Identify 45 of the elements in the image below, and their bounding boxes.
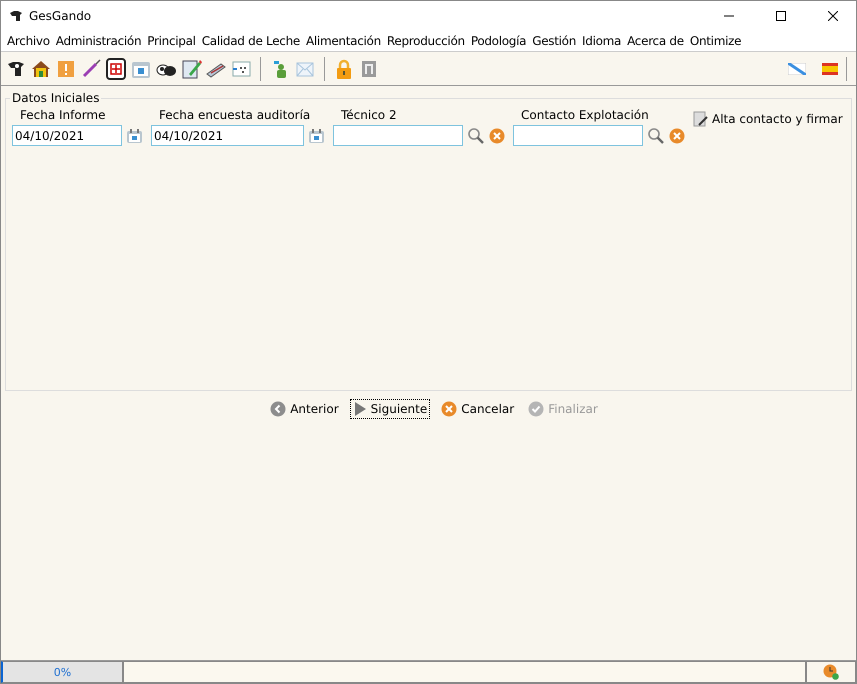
date-field[interactable]: 04/10/2021 <box>12 125 122 146</box>
field-label: Técnico 2 <box>341 108 398 122</box>
menu-item[interactable]: Reproducción <box>384 34 468 48</box>
notepad-icon[interactable] <box>180 58 202 80</box>
search-icon[interactable] <box>647 126 665 144</box>
cancel-icon <box>441 401 458 417</box>
wizard-button[interactable]: Cancelar <box>438 399 518 419</box>
play-icon <box>352 401 367 417</box>
window-title: GesGando <box>29 9 92 23</box>
clock-icon <box>823 664 839 680</box>
menu-item[interactable]: Alimentación <box>302 34 384 48</box>
panel-title: Datos Iniciales <box>11 91 100 105</box>
menu-item[interactable]: Podología <box>468 34 530 48</box>
lookup-field[interactable] <box>513 125 643 146</box>
menu-item[interactable]: Ontimize <box>686 34 744 48</box>
back-icon <box>270 401 286 417</box>
medical-book-icon[interactable] <box>105 58 127 80</box>
flag-icon[interactable] <box>788 62 806 74</box>
maximize-icon <box>776 11 786 21</box>
menu-item[interactable]: Idioma <box>579 34 624 48</box>
menu-item[interactable]: Archivo <box>4 34 53 48</box>
clear-icon[interactable] <box>669 128 685 144</box>
clear-icon[interactable] <box>489 128 505 144</box>
field-label: Contacto Explotación <box>521 108 650 122</box>
progress-reading: 0% <box>54 666 72 678</box>
calendar-icon[interactable] <box>126 128 143 144</box>
wizard-button[interactable]: Siguiente <box>350 399 430 419</box>
sign-contact-button[interactable]: Alta contacto y firmar <box>693 111 843 127</box>
menu-item[interactable]: Administración <box>52 34 144 48</box>
calendar-icon[interactable] <box>308 128 325 144</box>
field-label: Fecha encuesta auditoría <box>159 108 312 122</box>
close-icon <box>828 11 838 21</box>
syringe-icon[interactable] <box>80 58 102 80</box>
lookup-field[interactable] <box>333 125 463 146</box>
search-icon[interactable] <box>467 126 485 144</box>
menu-item[interactable]: Calidad de Leche <box>198 34 303 48</box>
date-field[interactable]: 04/10/2021 <box>151 125 304 146</box>
check-icon <box>528 401 544 417</box>
wizard-button[interactable]: Anterior <box>267 399 342 419</box>
menu-item[interactable]: Gestión <box>529 34 580 48</box>
menu-item[interactable]: Principal <box>144 34 199 48</box>
flag-icon[interactable] <box>822 62 838 74</box>
document-edit-icon <box>693 111 709 127</box>
field-label: Fecha Informe <box>20 108 107 122</box>
menu-item[interactable]: Acerca de <box>624 34 687 48</box>
